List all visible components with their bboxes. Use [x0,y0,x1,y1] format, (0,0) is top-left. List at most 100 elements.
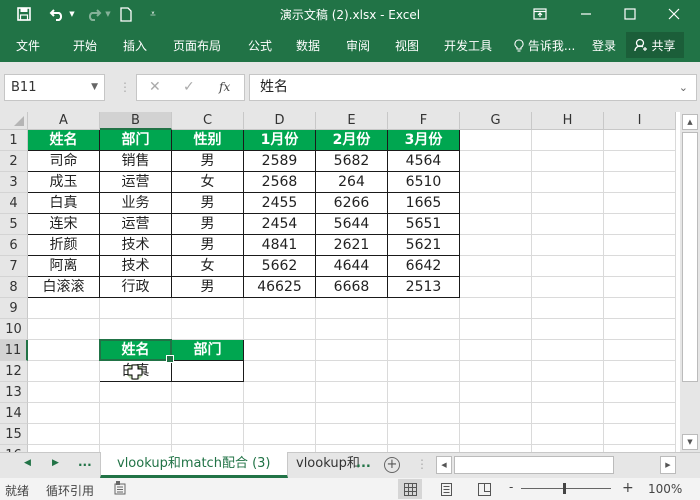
row-header-9[interactable]: 9 [0,298,28,319]
cell-g12[interactable] [460,361,532,382]
cell-f11[interactable] [388,340,460,361]
table-data-cell[interactable]: 2621 [316,235,388,256]
share-button[interactable]: 共享 [626,32,684,58]
table-header-cell[interactable]: 性别 [172,130,244,151]
cancel-icon[interactable]: ✕ [149,79,161,95]
scroll-left-icon[interactable]: ◀ [436,456,452,474]
worksheet-grid[interactable]: ABCDEFGHI12345678910111213141516姓名部门性别1月… [0,112,680,452]
row-header-2[interactable]: 2 [0,151,28,172]
cell-i7[interactable] [604,256,676,277]
table-data-cell[interactable]: 白真 [28,193,100,214]
page-layout-view-icon[interactable] [434,479,458,499]
column-header-f[interactable]: F [388,112,460,130]
cell-b10[interactable] [100,319,172,340]
row-header-3[interactable]: 3 [0,172,28,193]
tab-data[interactable]: 数据 [296,37,320,54]
normal-view-icon[interactable] [398,479,422,499]
cell-c13[interactable] [172,382,244,403]
table-data-cell[interactable]: 运营 [100,172,172,193]
table-data-cell[interactable]: 2513 [388,277,460,298]
table-data-cell[interactable]: 2568 [244,172,316,193]
table-data-cell[interactable]: 技术 [100,256,172,277]
zoom-slider-knob[interactable] [563,483,566,494]
vertical-scroll-thumb[interactable] [682,132,698,382]
cell-a13[interactable] [28,382,100,403]
tab-file[interactable]: 文件 [16,37,40,54]
row-header-14[interactable]: 14 [0,403,28,424]
cell-g10[interactable] [460,319,532,340]
table-data-cell[interactable]: 46625 [244,277,316,298]
cell-f14[interactable] [388,403,460,424]
lookup-header-cell[interactable]: 部门 [172,340,244,361]
cell-i15[interactable] [604,424,676,445]
close-icon[interactable] [654,2,694,26]
row-header-7[interactable]: 7 [0,256,28,277]
cell-c15[interactable] [172,424,244,445]
zoom-in-button[interactable]: + [622,480,634,496]
cell-f13[interactable] [388,382,460,403]
cell-i4[interactable] [604,193,676,214]
tab-review[interactable]: 审阅 [346,37,370,54]
cell-h10[interactable] [532,319,604,340]
column-header-a[interactable]: A [28,112,100,130]
login-link[interactable]: 登录 [592,37,616,54]
cell-a11[interactable] [28,340,100,361]
cell-e14[interactable] [316,403,388,424]
cell-c14[interactable] [172,403,244,424]
cell-d12[interactable] [244,361,316,382]
table-data-cell[interactable]: 4564 [388,151,460,172]
row-header-4[interactable]: 4 [0,193,28,214]
cell-c9[interactable] [172,298,244,319]
table-data-cell[interactable]: 5662 [244,256,316,277]
cell-h7[interactable] [532,256,604,277]
cell-i14[interactable] [604,403,676,424]
table-data-cell[interactable]: 264 [316,172,388,193]
cell-f10[interactable] [388,319,460,340]
table-data-cell[interactable]: 2455 [244,193,316,214]
insert-function-icon[interactable]: fx [219,80,230,94]
column-header-c[interactable]: C [172,112,244,130]
tab-developer[interactable]: 开发工具 [444,37,492,54]
cell-a15[interactable] [28,424,100,445]
table-data-cell[interactable]: 连宋 [28,214,100,235]
column-header-h[interactable]: H [532,112,604,130]
table-data-cell[interactable]: 男 [172,151,244,172]
table-data-cell[interactable]: 6510 [388,172,460,193]
cell-g16[interactable] [460,445,532,452]
macro-record-icon[interactable] [114,481,126,498]
table-data-cell[interactable]: 业务 [100,193,172,214]
scroll-down-icon[interactable]: ▼ [682,434,698,450]
cell-h11[interactable] [532,340,604,361]
row-header-6[interactable]: 6 [0,235,28,256]
cell-i9[interactable] [604,298,676,319]
scroll-right-icon[interactable]: ▶ [660,456,676,474]
cell-i16[interactable] [604,445,676,452]
tab-splitter[interactable]: ⋮ [416,457,428,471]
cell-d16[interactable] [244,445,316,452]
table-data-cell[interactable]: 5682 [316,151,388,172]
sheet-prev-icon[interactable]: ◀ [24,458,31,468]
tab-formulas[interactable]: 公式 [248,37,272,54]
cell-e15[interactable] [316,424,388,445]
cell-f15[interactable] [388,424,460,445]
row-header-1[interactable]: 1 [0,130,28,151]
cell-a12[interactable] [28,361,100,382]
table-data-cell[interactable]: 白滚滚 [28,277,100,298]
column-header-b[interactable]: B [100,112,172,130]
cell-h6[interactable] [532,235,604,256]
cell-e13[interactable] [316,382,388,403]
cell-g9[interactable] [460,298,532,319]
cell-g3[interactable] [460,172,532,193]
cell-f16[interactable] [388,445,460,452]
select-all-button[interactable] [0,112,28,130]
table-data-cell[interactable]: 2589 [244,151,316,172]
sheet-tabs-more[interactable]: ... [356,452,371,478]
row-header-10[interactable]: 10 [0,319,28,340]
scroll-up-icon[interactable]: ▲ [682,114,698,130]
cell-a14[interactable] [28,403,100,424]
table-data-cell[interactable]: 成玉 [28,172,100,193]
cell-i1[interactable] [604,130,676,151]
cell-d13[interactable] [244,382,316,403]
sheet-nav-more[interactable]: ... [78,455,92,469]
formula-input[interactable]: 姓名 ⌄ [249,74,697,101]
